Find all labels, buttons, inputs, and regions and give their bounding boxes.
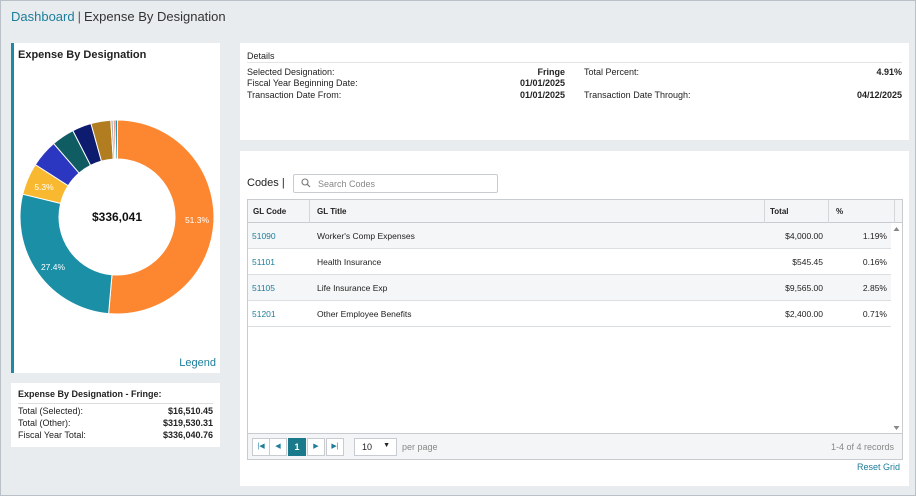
scroll-down-icon[interactable]	[893, 426, 900, 430]
next-page-icon: ▶	[313, 443, 319, 450]
txn-through-label: Transaction Date Through:	[584, 90, 691, 100]
column-header-percent[interactable]: %	[836, 207, 843, 216]
summary-title: Expense By Designation - Fringe:	[18, 389, 162, 399]
total-cell: $545.45	[792, 257, 823, 267]
percent-cell: 0.16%	[862, 257, 887, 267]
summary-row: Total (Other): $319,530.31	[18, 418, 213, 428]
summary-value: $319,530.31	[162, 418, 213, 428]
gl-title-cell: Other Employee Benefits	[317, 309, 412, 319]
search-box	[293, 174, 498, 193]
donut-center-total: $336,041	[92, 210, 142, 224]
summary-label: Total (Selected):	[18, 406, 84, 416]
chart-title: Expense By Designation	[18, 49, 147, 61]
column-divider	[764, 200, 765, 223]
first-page-button[interactable]: |◀	[252, 438, 270, 456]
page-size-value: 10	[362, 442, 373, 452]
gl-code-link[interactable]: 51105	[252, 283, 275, 293]
prev-page-button[interactable]: ◀	[269, 438, 287, 456]
page-size-select[interactable]: 10 ▼	[354, 438, 397, 456]
total-percent-value: 4.91%	[876, 67, 902, 77]
first-page-icon: |◀	[257, 443, 265, 450]
column-header-total[interactable]: Total	[770, 207, 789, 216]
prev-page-icon: ◀	[275, 443, 281, 450]
per-page-label: per page	[402, 442, 438, 452]
details-panel: Details Selected Designation: Fringe Fis…	[240, 43, 909, 140]
legend-link[interactable]: Legend	[179, 357, 216, 369]
percent-cell: 0.71%	[862, 309, 887, 319]
chart-panel: Expense By Designation $336,041 51.3% 27…	[11, 43, 220, 373]
search-codes-input[interactable]	[318, 177, 488, 191]
grid-pager: |◀ ◀ 1 ▶ ▶| 10 ▼ per page 1-4 of 4 recor…	[248, 433, 902, 459]
record-count: 1-4 of 4 records	[830, 442, 894, 452]
details-heading: Details	[247, 51, 275, 61]
column-divider	[894, 200, 895, 223]
reset-grid-link[interactable]: Reset Grid	[857, 462, 900, 472]
table-row[interactable]: 51201 Other Employee Benefits $2,400.00 …	[248, 301, 891, 327]
selected-designation-value: Fringe	[537, 67, 565, 77]
summary-value: $336,040.76	[162, 430, 213, 440]
slice-label-second: 27.4%	[41, 262, 66, 272]
slice-label-third: 5.3%	[34, 182, 54, 192]
gl-code-link[interactable]: 51101	[252, 257, 275, 267]
summary-label: Total (Other):	[18, 418, 71, 428]
table-row[interactable]: 51105 Life Insurance Exp $9,565.00 2.85%	[248, 275, 891, 301]
txn-from-label: Transaction Date From:	[247, 90, 342, 100]
column-header-gl-code[interactable]: GL Code	[253, 207, 286, 216]
summary-row: Total (Selected): $16,510.45	[18, 406, 213, 416]
codes-panel: Codes | GL Code GL Title Total % 51090 W…	[240, 151, 909, 486]
column-header-gl-title[interactable]: GL Title	[317, 207, 347, 216]
breadcrumb-dashboard-link[interactable]: Dashboard	[11, 9, 75, 24]
codes-grid: GL Code GL Title Total % 51090 Worker's …	[247, 199, 903, 460]
breadcrumb-separator: |	[77, 9, 81, 24]
table-row[interactable]: 51101 Health Insurance $545.45 0.16%	[248, 249, 891, 275]
gl-code-link[interactable]: 51201	[252, 309, 276, 319]
gl-title-cell: Worker's Comp Expenses	[317, 231, 415, 241]
search-icon	[301, 178, 311, 188]
grid-scrollbar[interactable]	[891, 223, 902, 435]
total-cell: $2,400.00	[785, 309, 823, 319]
total-cell: $9,565.00	[785, 283, 823, 293]
txn-through-value: 04/12/2025	[856, 90, 902, 100]
page-title: Expense By Designation	[84, 9, 226, 24]
page-button-current[interactable]: 1	[288, 438, 306, 456]
slice-label-fringe: 51.3%	[185, 215, 210, 225]
scroll-up-icon[interactable]	[893, 227, 900, 231]
donut-slice-9[interactable]	[114, 119, 118, 160]
gl-code-link[interactable]: 51090	[252, 231, 276, 241]
selected-designation-label: Selected Designation:	[247, 67, 335, 77]
summary-row: Fiscal Year Total: $336,040.76	[18, 430, 213, 440]
total-percent-label: Total Percent:	[584, 67, 640, 77]
percent-cell: 1.19%	[862, 231, 887, 241]
column-divider	[309, 200, 310, 223]
summary-divider	[18, 403, 213, 404]
percent-cell: 2.85%	[862, 283, 887, 293]
chevron-down-icon: ▼	[383, 442, 390, 449]
fy-begin-value: 01/01/2025	[519, 78, 565, 88]
designation-summary: Expense By Designation - Fringe: Total (…	[11, 383, 220, 447]
next-page-button[interactable]: ▶	[307, 438, 325, 456]
codes-label: Codes |	[247, 177, 285, 189]
column-divider	[828, 200, 829, 223]
fy-begin-label: Fiscal Year Beginning Date:	[247, 78, 358, 88]
summary-label: Fiscal Year Total:	[18, 430, 86, 440]
breadcrumb: Dashboard | Expense By Designation	[11, 9, 226, 24]
last-page-icon: ▶|	[331, 443, 339, 450]
txn-from-value: 01/01/2025	[519, 90, 565, 100]
gl-title-cell: Health Insurance	[317, 257, 382, 267]
table-row[interactable]: 51090 Worker's Comp Expenses $4,000.00 1…	[248, 223, 891, 249]
grid-header: GL Code GL Title Total %	[248, 200, 902, 223]
total-cell: $4,000.00	[785, 231, 823, 241]
summary-value: $16,510.45	[167, 406, 213, 416]
details-divider	[247, 62, 902, 63]
donut-chart[interactable]: $336,041 51.3% 27.4% 5.3%	[18, 117, 218, 317]
gl-title-cell: Life Insurance Exp	[317, 283, 388, 293]
last-page-button[interactable]: ▶|	[326, 438, 344, 456]
